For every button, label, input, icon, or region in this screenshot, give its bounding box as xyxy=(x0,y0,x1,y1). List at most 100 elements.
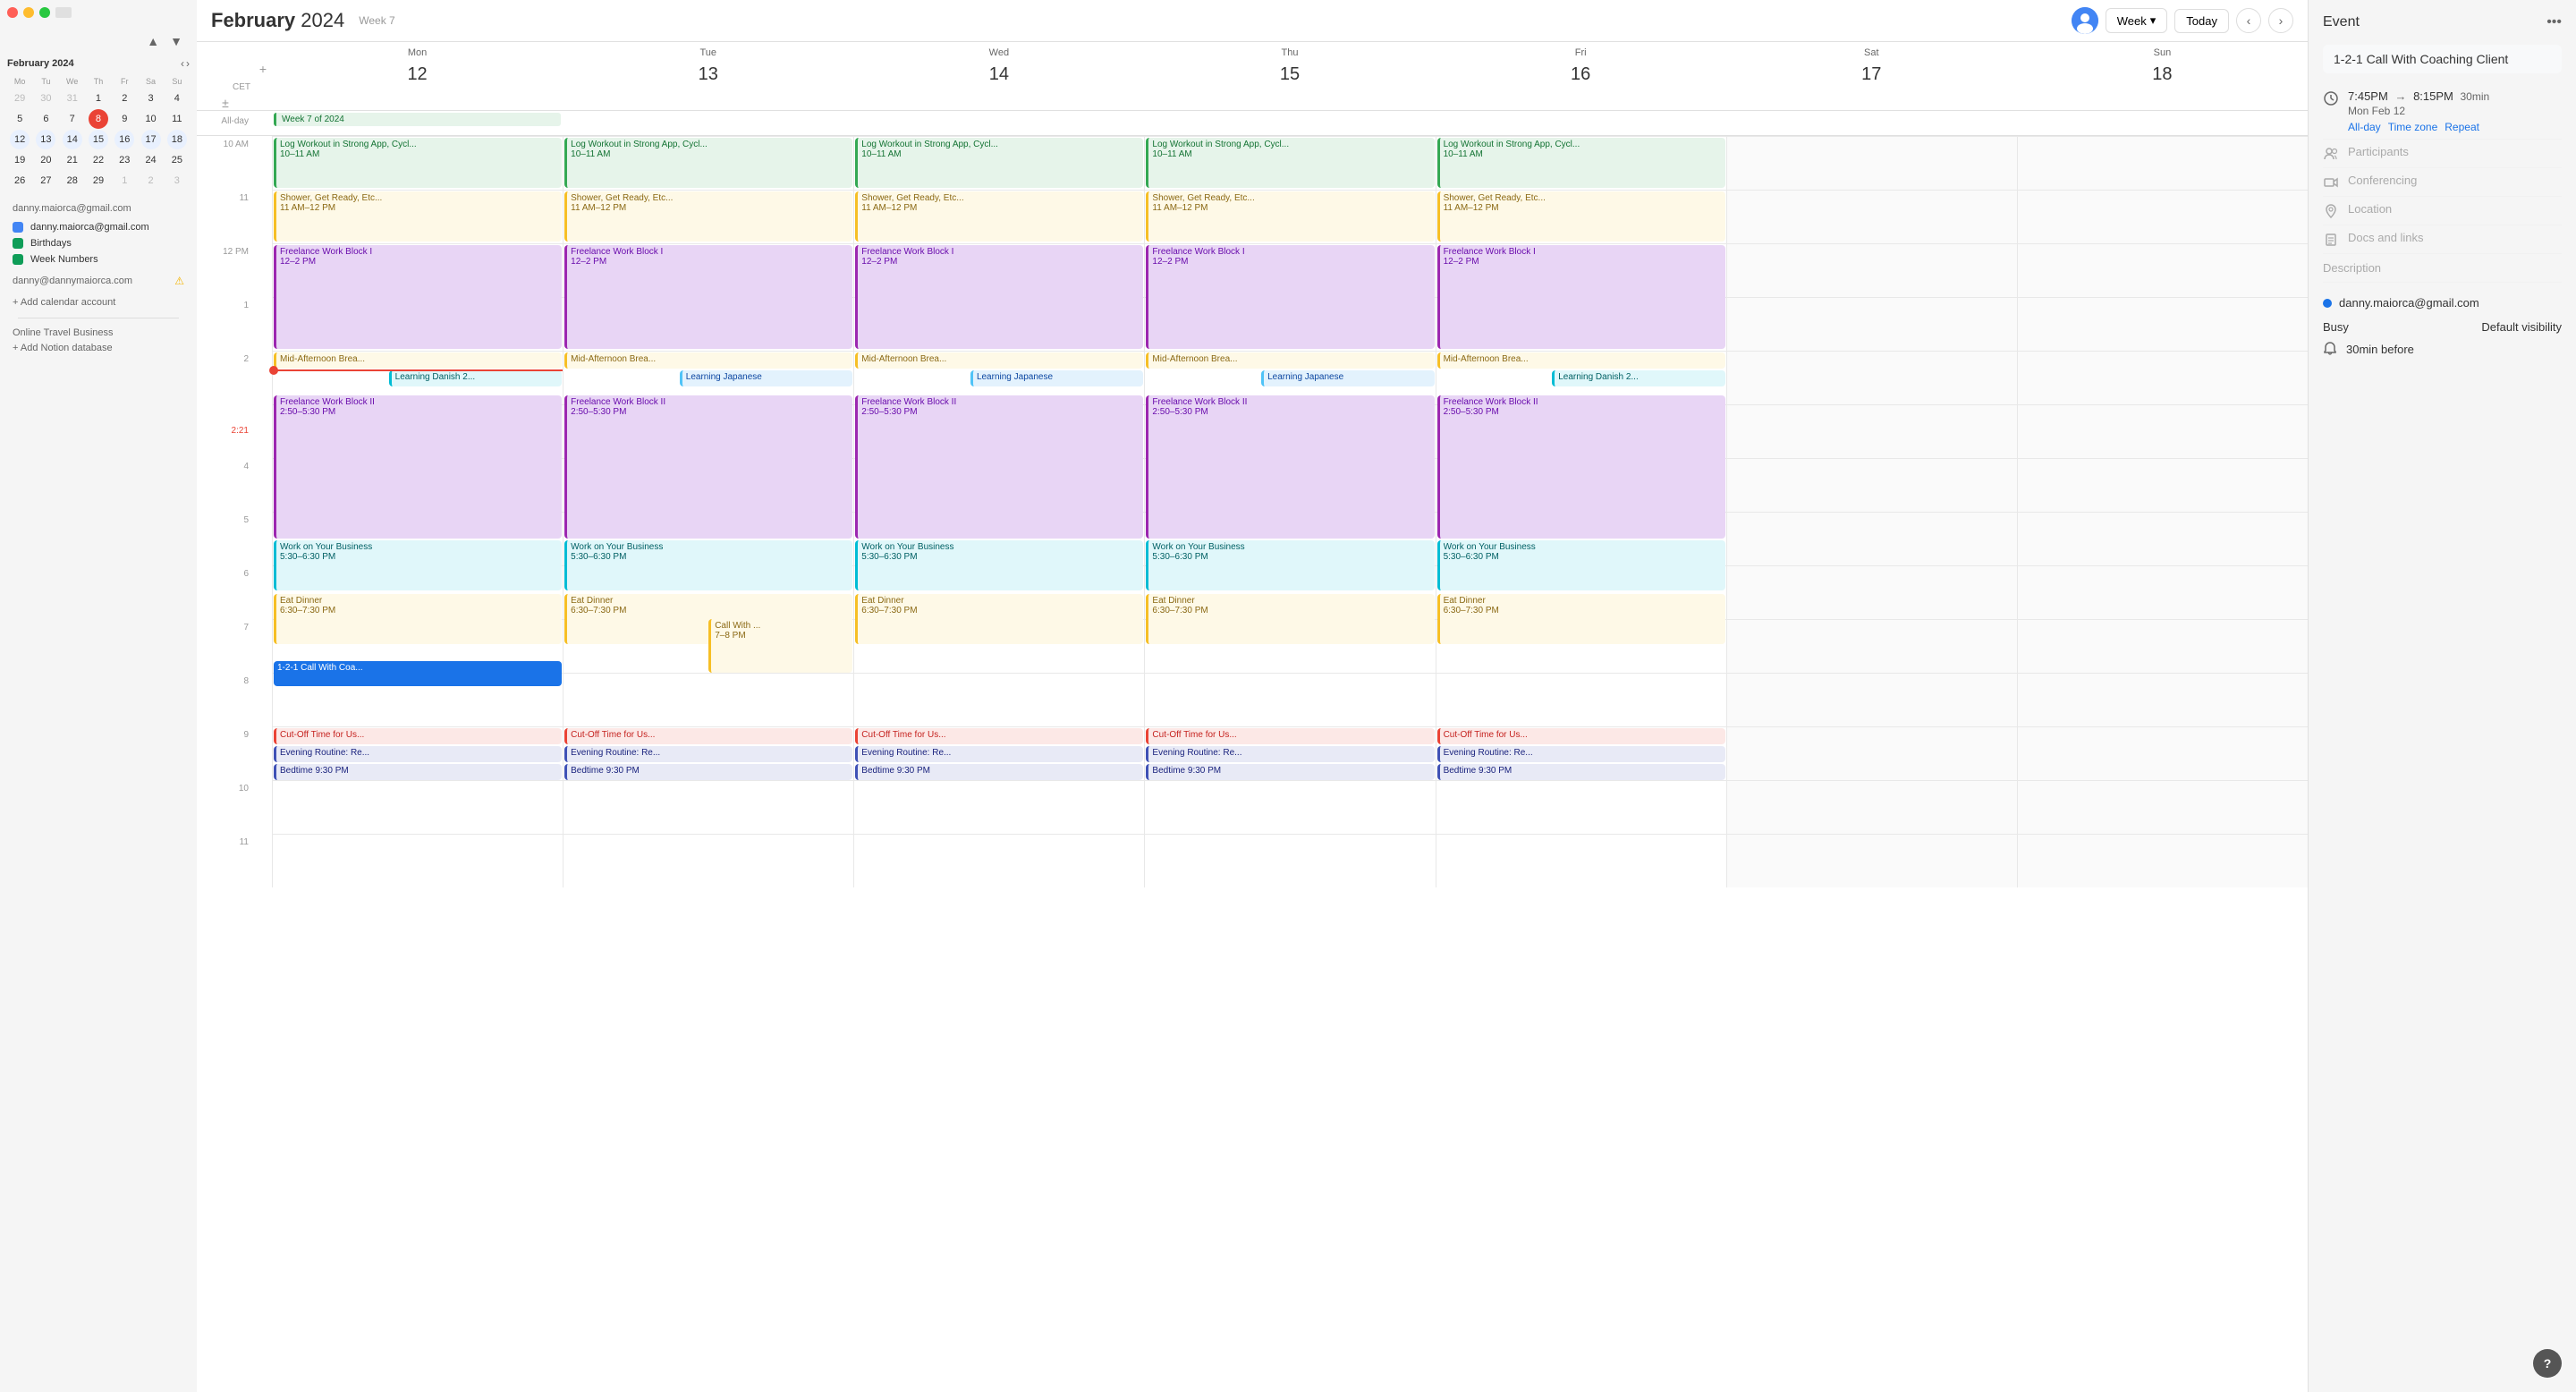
event-freelance1-fri[interactable]: Freelance Work Block I 12–2 PM xyxy=(1437,245,1725,349)
event-work-business-wed[interactable]: Work on Your Business 5:30–6:30 PM xyxy=(855,540,1143,590)
maximize-btn[interactable] xyxy=(39,7,50,18)
minimize-btn[interactable] xyxy=(23,7,34,18)
event-log-workout-wed[interactable]: Log Workout in Strong App, Cycl... 10–11… xyxy=(855,138,1143,188)
event-evening-fri[interactable]: Evening Routine: Re... xyxy=(1437,746,1725,762)
mini-cal-day[interactable]: 28 xyxy=(63,171,82,191)
day-header-sat[interactable]: Sat 17 xyxy=(1726,42,2017,96)
add-allday-btn[interactable]: ± xyxy=(197,96,254,110)
event-shower-mon[interactable]: Shower, Get Ready, Etc... 11 AM–12 PM xyxy=(274,191,562,242)
mini-cal-day[interactable]: 3 xyxy=(141,89,161,108)
mini-cal-day[interactable]: 18 xyxy=(167,130,187,149)
mini-cal-day[interactable]: 26 xyxy=(10,171,30,191)
event-work-business-thu[interactable]: Work on Your Business 5:30–6:30 PM xyxy=(1146,540,1434,590)
event-learning-japanese-tue[interactable]: Learning Japanese xyxy=(680,370,852,386)
day-header-thu[interactable]: Thu 15 xyxy=(1144,42,1435,96)
event-coaching-mon[interactable]: 1-2-1 Call With Coa... xyxy=(274,661,562,686)
event-midafternoon-thu[interactable]: Mid-Afternoon Brea... xyxy=(1146,352,1434,369)
event-learning-japanese-thu[interactable]: Learning Japanese xyxy=(1261,370,1434,386)
mini-cal-day[interactable]: 13 xyxy=(36,130,55,149)
mini-cal-day[interactable]: 27 xyxy=(36,171,55,191)
account-item-birthdays[interactable]: Birthdays xyxy=(7,235,190,251)
mini-cal-day[interactable]: 2 xyxy=(141,171,161,191)
mini-cal-day[interactable]: 11 xyxy=(167,109,187,129)
next-week-btn[interactable]: › xyxy=(2268,8,2293,33)
mini-cal-day[interactable]: 29 xyxy=(10,89,30,108)
event-freelance1-mon[interactable]: Freelance Work Block I 12–2 PM xyxy=(274,245,562,349)
event-log-workout-thu[interactable]: Log Workout in Strong App, Cycl... 10–11… xyxy=(1146,138,1434,188)
mini-cal-day[interactable]: 1 xyxy=(89,89,108,108)
rp-tab-timezone[interactable]: Time zone xyxy=(2388,121,2438,133)
split-btn[interactable] xyxy=(55,7,72,18)
prev-week-btn[interactable]: ‹ xyxy=(2236,8,2261,33)
mini-cal-day[interactable]: 2 xyxy=(114,89,134,108)
account-item-google[interactable]: danny.maiorca@gmail.com xyxy=(7,219,190,235)
event-cutoff-mon[interactable]: Cut-Off Time for Us... xyxy=(274,728,562,744)
event-shower-fri[interactable]: Shower, Get Ready, Etc... 11 AM–12 PM xyxy=(1437,191,1725,242)
mini-cal-day[interactable]: 6 xyxy=(36,109,55,129)
today-btn[interactable]: Today xyxy=(2174,9,2229,33)
collapse-down-btn[interactable]: ▼ xyxy=(166,32,186,50)
mini-cal-day[interactable]: 14 xyxy=(63,130,82,149)
event-evening-thu[interactable]: Evening Routine: Re... xyxy=(1146,746,1434,762)
event-shower-wed[interactable]: Shower, Get Ready, Etc... 11 AM–12 PM xyxy=(855,191,1143,242)
event-bedtime-wed[interactable]: Bedtime 9:30 PM xyxy=(855,764,1143,780)
event-evening-tue[interactable]: Evening Routine: Re... xyxy=(564,746,852,762)
mini-cal-day[interactable]: 7 xyxy=(63,109,82,129)
mini-cal-day[interactable]: 3 xyxy=(167,171,187,191)
event-freelance2-wed[interactable]: Freelance Work Block II 2:50–5:30 PM xyxy=(855,395,1143,539)
mini-cal-day[interactable]: 17 xyxy=(141,130,161,149)
event-midafternoon-fri[interactable]: Mid-Afternoon Brea... xyxy=(1437,352,1725,369)
event-freelance2-thu[interactable]: Freelance Work Block II 2:50–5:30 PM xyxy=(1146,395,1434,539)
mini-cal-day[interactable]: 30 xyxy=(36,89,55,108)
account-item-weeknumbers[interactable]: Week Numbers xyxy=(7,251,190,267)
mini-cal-day[interactable]: 1 xyxy=(114,171,134,191)
event-freelance1-wed[interactable]: Freelance Work Block I 12–2 PM xyxy=(855,245,1143,349)
mini-cal-day[interactable]: 9 xyxy=(114,109,134,129)
view-select-btn[interactable]: Week ▾ xyxy=(2106,8,2168,33)
rp-tab-repeat[interactable]: Repeat xyxy=(2445,121,2479,133)
day-header-tue[interactable]: Tue 13 xyxy=(563,42,853,96)
event-log-workout-tue[interactable]: Log Workout in Strong App, Cycl... 10–11… xyxy=(564,138,852,188)
mini-cal-day[interactable]: 10 xyxy=(141,109,161,129)
event-dinner-mon[interactable]: Eat Dinner 6:30–7:30 PM xyxy=(274,594,562,644)
avatar[interactable] xyxy=(2072,7,2098,34)
event-learning-danish-fri[interactable]: Learning Danish 2... xyxy=(1552,370,1724,386)
mini-cal-day[interactable]: 25 xyxy=(167,150,187,170)
mini-cal-day[interactable]: 12 xyxy=(10,130,30,149)
event-evening-wed[interactable]: Evening Routine: Re... xyxy=(855,746,1143,762)
day-header-sun[interactable]: Sun 18 xyxy=(2017,42,2308,96)
event-freelance2-fri[interactable]: Freelance Work Block II 2:50–5:30 PM xyxy=(1437,395,1725,539)
mini-cal-prev[interactable]: ‹ xyxy=(181,57,184,70)
mini-cal-day[interactable]: 31 xyxy=(63,89,82,108)
event-log-workout-fri[interactable]: Log Workout in Strong App, Cycl... 10–11… xyxy=(1437,138,1725,188)
mini-cal-day[interactable]: 20 xyxy=(36,150,55,170)
event-dinner-thu[interactable]: Eat Dinner 6:30–7:30 PM xyxy=(1146,594,1434,644)
mini-cal-day[interactable]: 29 xyxy=(89,171,108,191)
event-learning-danish-mon[interactable]: Learning Danish 2... xyxy=(389,370,562,386)
rp-tab-allday[interactable]: All-day xyxy=(2348,121,2381,133)
event-freelance1-thu[interactable]: Freelance Work Block I 12–2 PM xyxy=(1146,245,1434,349)
event-cutoff-wed[interactable]: Cut-Off Time for Us... xyxy=(855,728,1143,744)
event-cutoff-tue[interactable]: Cut-Off Time for Us... xyxy=(564,728,852,744)
event-midafternoon-mon[interactable]: Mid-Afternoon Brea... xyxy=(274,352,562,369)
event-work-business-mon[interactable]: Work on Your Business 5:30–6:30 PM xyxy=(274,540,562,590)
event-bedtime-thu[interactable]: Bedtime 9:30 PM xyxy=(1146,764,1434,780)
help-btn[interactable]: ? xyxy=(2533,1349,2562,1378)
mini-cal-day[interactable]: 21 xyxy=(63,150,82,170)
mini-cal-today[interactable]: 8 xyxy=(89,109,108,129)
collapse-up-btn[interactable]: ▲ xyxy=(143,32,163,50)
mini-cal-day[interactable]: 5 xyxy=(10,109,30,129)
mini-cal-day[interactable]: 16 xyxy=(114,130,134,149)
event-freelance2-tue[interactable]: Freelance Work Block II 2:50–5:30 PM xyxy=(564,395,852,539)
mini-cal-day[interactable]: 23 xyxy=(114,150,134,170)
event-work-business-fri[interactable]: Work on Your Business 5:30–6:30 PM xyxy=(1437,540,1725,590)
event-dinner-wed[interactable]: Eat Dinner 6:30–7:30 PM xyxy=(855,594,1143,644)
event-midafternoon-tue[interactable]: Mid-Afternoon Brea... xyxy=(564,352,852,369)
mini-cal-next[interactable]: › xyxy=(186,57,190,70)
event-shower-thu[interactable]: Shower, Get Ready, Etc... 11 AM–12 PM xyxy=(1146,191,1434,242)
event-call-tue[interactable]: Call With ... 7–8 PM xyxy=(708,619,852,673)
event-bedtime-fri[interactable]: Bedtime 9:30 PM xyxy=(1437,764,1725,780)
event-cutoff-thu[interactable]: Cut-Off Time for Us... xyxy=(1146,728,1434,744)
close-btn[interactable] xyxy=(7,7,18,18)
event-cutoff-fri[interactable]: Cut-Off Time for Us... xyxy=(1437,728,1725,744)
